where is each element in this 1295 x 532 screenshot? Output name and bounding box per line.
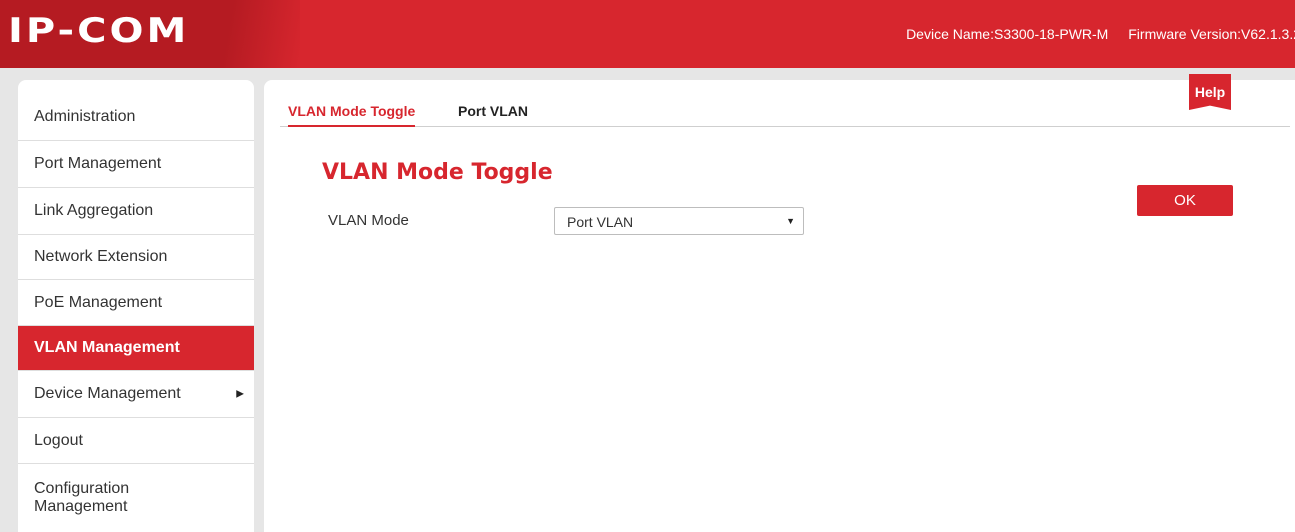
sidebar-item-link-aggregation[interactable]: Link Aggregation	[18, 188, 254, 235]
sidebar-item-network-extension[interactable]: Network Extension	[18, 235, 254, 280]
help-button[interactable]: Help	[1189, 74, 1231, 110]
sidebar-item-label: PoE Management	[34, 293, 163, 311]
sidebar-item-logout[interactable]: Logout	[18, 418, 254, 464]
device-name-text: Device Name:S3300-18-PWR-M	[906, 26, 1109, 42]
sidebar-item-administration[interactable]: Administration	[18, 80, 254, 141]
vlan-mode-selected-value: Port VLAN	[567, 214, 634, 230]
sidebar-item-configuration-management[interactable]: Configuration Management	[18, 464, 208, 532]
tab-port-vlan[interactable]: Port VLAN	[458, 104, 528, 126]
sidebar-item-device-management[interactable]: Device Management ▶	[18, 371, 254, 418]
vlan-mode-select[interactable]: Port VLAN ▼	[554, 207, 804, 235]
triangle-down-icon: ▼	[786, 216, 795, 226]
sidebar-item-label: Configuration Management	[34, 480, 130, 515]
ok-button[interactable]: OK	[1137, 185, 1233, 216]
tab-bar: VLAN Mode Toggle Port VLAN	[280, 104, 1290, 127]
sidebar-item-label: Device Management	[34, 385, 181, 402]
sidebar-item-vlan-management[interactable]: VLAN Management	[18, 326, 254, 371]
vlan-mode-label: VLAN Mode	[328, 212, 409, 229]
main-panel: VLAN Mode Toggle Port VLAN Help VLAN Mod…	[264, 74, 1295, 532]
sidebar-item-label: Port Management	[34, 155, 162, 172]
sidebar-item-port-management[interactable]: Port Management	[18, 141, 254, 188]
sidebar-item-label: Administration	[34, 108, 136, 125]
tab-vlan-mode-toggle[interactable]: VLAN Mode Toggle	[288, 104, 416, 127]
firmware-version-text: Firmware Version:V62.1.3.2	[1128, 26, 1295, 42]
device-info: Device Name:S3300-18-PWR-M Firmware Vers…	[890, 26, 1295, 42]
top-header: IP-COM Device Name:S3300-18-PWR-M Firmwa…	[0, 0, 1295, 68]
page-title: VLAN Mode Toggle	[322, 160, 553, 185]
sidebar-item-poe-management[interactable]: PoE Management	[18, 280, 254, 326]
sidebar-nav: Administration Port Management Link Aggr…	[18, 80, 254, 532]
sidebar-item-label: Network Extension	[34, 248, 168, 265]
sidebar-item-label: Logout	[34, 431, 83, 449]
sidebar-item-label: Link Aggregation	[34, 202, 154, 219]
triangle-right-icon: ▶	[236, 388, 244, 400]
ip-com-logo: IP-COM	[8, 11, 190, 51]
sidebar-item-label: VLAN Management	[34, 339, 180, 356]
